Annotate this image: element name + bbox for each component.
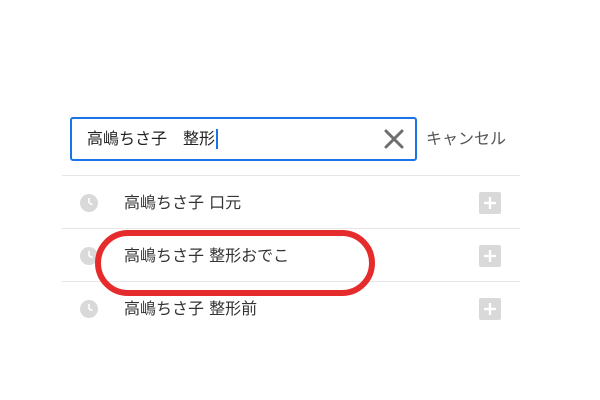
plus-icon[interactable] <box>479 192 501 214</box>
search-input[interactable]: 高嶋ちさ子 整形 <box>70 117 417 161</box>
text-caret <box>216 129 219 149</box>
suggestion-label: 高嶋ちさ子 整形前 <box>124 299 258 318</box>
plus-icon[interactable] <box>479 245 501 267</box>
clock-icon <box>80 247 98 265</box>
close-icon[interactable] <box>383 128 405 150</box>
suggestion-label: 高嶋ちさ子 口元 <box>124 193 242 212</box>
divider <box>62 228 520 229</box>
suggestion-label: 高嶋ちさ子 整形おでこ <box>124 246 290 265</box>
suggestion-item[interactable]: 高嶋ちさ子 整形おでこ <box>62 230 520 282</box>
suggestion-item[interactable]: 高嶋ちさ子 整形前 <box>62 283 520 335</box>
divider <box>62 281 520 282</box>
cancel-button[interactable]: キャンセル <box>426 129 506 149</box>
search-query: 高嶋ちさ子 整形 <box>87 129 216 148</box>
divider <box>62 175 520 176</box>
plus-icon[interactable] <box>479 298 501 320</box>
search-suggest-screen: 高嶋ちさ子 整形 キャンセル 高嶋ちさ子 口元 高嶋ちさ子 整形おでこ 高嶋ちさ… <box>0 0 600 400</box>
suggestion-item[interactable]: 高嶋ちさ子 口元 <box>62 177 520 229</box>
clock-icon <box>80 194 98 212</box>
search-input-text[interactable]: 高嶋ちさ子 整形 <box>87 129 219 149</box>
clock-icon <box>80 300 98 318</box>
